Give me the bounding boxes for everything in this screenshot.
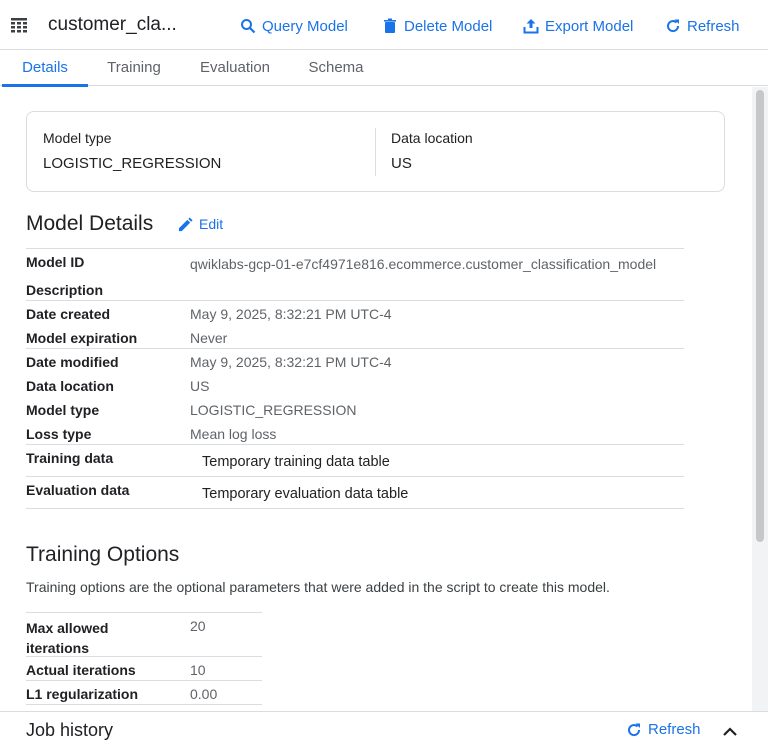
row-key: L1 regularization (26, 686, 139, 702)
row-key: Actual iterations (26, 662, 136, 678)
row-value: Mean log loss (190, 426, 277, 442)
row-key: Max allowed iterations (26, 620, 109, 656)
row-value: US (190, 378, 210, 394)
divider (26, 680, 262, 681)
divider (26, 348, 684, 349)
job-history-refresh-label: Refresh (648, 721, 701, 738)
tab-details[interactable]: Details (2, 50, 88, 87)
row-value: 20 (190, 618, 206, 634)
job-history-refresh-button[interactable]: Refresh (626, 721, 701, 738)
model-toolbar: customer_cla... Query Model Delete Model… (0, 0, 768, 50)
model-grid-icon (11, 18, 27, 33)
row-key: Model expiration (26, 330, 138, 346)
delete-model-button[interactable]: Delete Model (382, 15, 492, 37)
edit-details-button[interactable]: Edit (178, 216, 223, 232)
tab-evaluation[interactable]: Evaluation (189, 50, 281, 86)
delete-model-label: Delete Model (404, 17, 493, 35)
tab-training[interactable]: Training (96, 50, 172, 86)
summary-model-type-label: Model type (43, 130, 112, 146)
row-key: Evaluation data (26, 482, 130, 498)
refresh-icon (667, 19, 680, 33)
divider (26, 508, 684, 509)
summary-data-location-label: Data location (391, 130, 473, 146)
search-icon (241, 19, 256, 34)
row-value: 0.00 (190, 686, 218, 702)
trash-icon (384, 18, 396, 33)
export-icon (523, 19, 539, 34)
refresh-icon (628, 723, 641, 736)
row-value: qwiklabs-gcp-01-e7cf4971e816.ecommerce.c… (190, 256, 657, 272)
row-key: Description (26, 282, 104, 298)
row-key: Loss type (26, 426, 92, 442)
pencil-icon (178, 216, 193, 231)
model-details-title: Model Details (26, 212, 154, 235)
divider (26, 704, 262, 705)
job-history-title: Job history (26, 720, 114, 740)
divider (26, 248, 684, 249)
row-key: Data location (26, 378, 114, 394)
row-value: LOGISTIC_REGRESSION (190, 402, 357, 418)
training-data-link[interactable]: Temporary training data table (202, 454, 390, 470)
divider (26, 300, 684, 301)
row-key: Model type (26, 402, 100, 418)
divider (26, 444, 684, 445)
row-key: Model ID (26, 254, 85, 270)
refresh-label: Refresh (687, 17, 740, 35)
row-key: Date modified (26, 354, 119, 370)
divider (26, 656, 262, 657)
tab-schema[interactable]: Schema (300, 50, 372, 86)
scrollbar-thumb[interactable] (756, 90, 764, 542)
export-model-button[interactable]: Export Model (523, 15, 633, 37)
edit-label: Edit (199, 216, 224, 232)
summary-data-location-value: US (391, 155, 412, 172)
divider (26, 476, 684, 477)
training-options-description: Training options are the optional parame… (26, 579, 610, 595)
row-key: Training data (26, 450, 114, 466)
summary-divider (375, 128, 376, 176)
query-model-label: Query Model (262, 17, 348, 35)
model-summary-card: Model type LOGISTIC_REGRESSION Data loca… (26, 111, 725, 192)
divider (26, 612, 262, 613)
row-key: Date created (26, 306, 111, 322)
row-value: 10 (190, 662, 206, 678)
row-value: May 9, 2025, 8:32:21 PM UTC-4 (190, 306, 392, 322)
evaluation-data-link[interactable]: Temporary evaluation data table (202, 486, 408, 502)
row-value: Never (190, 330, 228, 346)
chevron-up-icon[interactable] (720, 722, 740, 742)
model-name-title: customer_cla... (48, 14, 177, 35)
training-options-title: Training Options (26, 543, 180, 566)
job-history-bar: Job history Refresh (0, 711, 768, 751)
summary-model-type-value: LOGISTIC_REGRESSION (43, 155, 222, 172)
tab-bar: Details Training Evaluation Schema (0, 50, 768, 87)
export-model-label: Export Model (545, 17, 634, 35)
row-value: May 9, 2025, 8:32:21 PM UTC-4 (190, 354, 392, 370)
query-model-button[interactable]: Query Model (240, 15, 348, 37)
refresh-button[interactable]: Refresh (665, 15, 740, 37)
